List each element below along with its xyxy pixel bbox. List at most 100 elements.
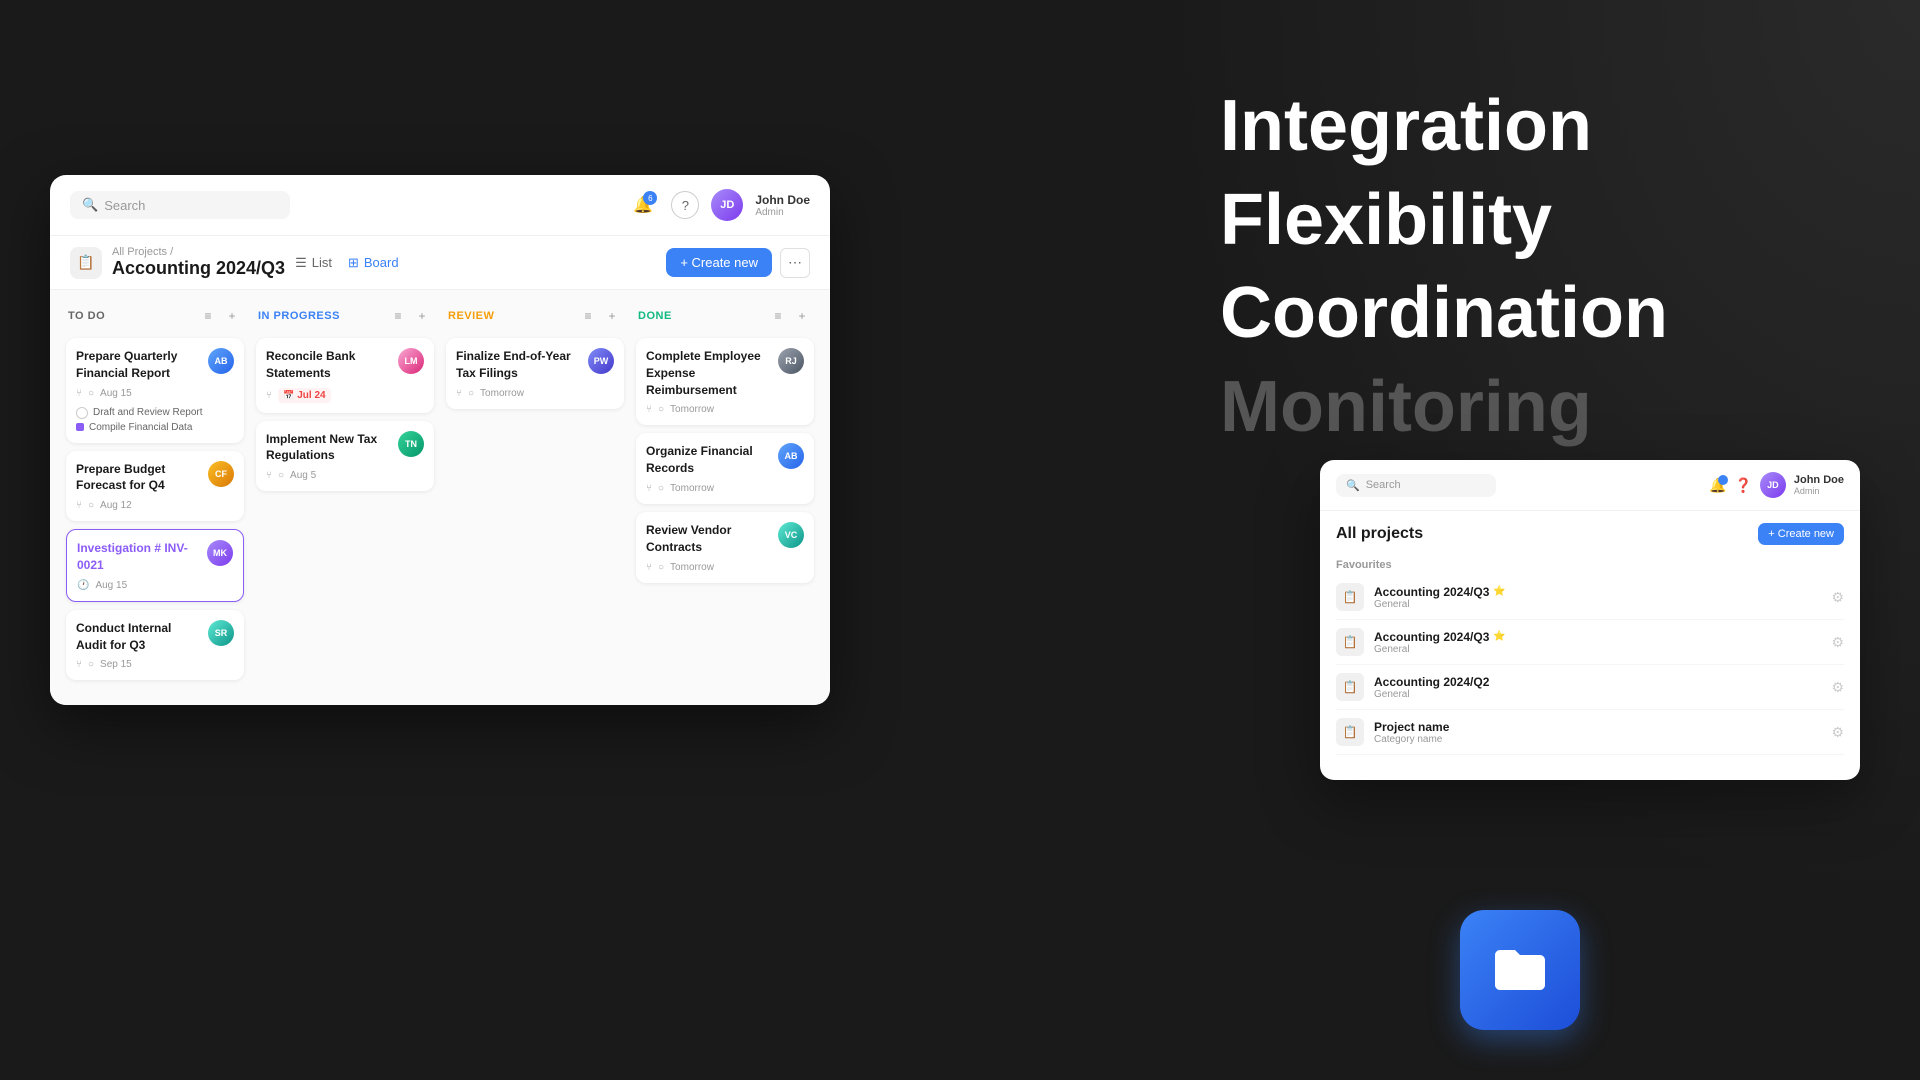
card-tax-filings[interactable]: Finalize End-of-Year Tax Filings PW ⑂ ○ … (446, 338, 624, 409)
projects-help-button[interactable]: ❓ (1734, 477, 1751, 494)
project-item-icon: 📋 (1336, 718, 1364, 746)
folder-svg (1490, 940, 1550, 1000)
projects-window-header: 🔍 Search 🔔 ❓ JD John Doe Admin (1320, 460, 1860, 511)
column-review-actions: ≡ + (578, 306, 622, 326)
help-button[interactable]: ? (671, 191, 699, 219)
project-info: All Projects / Accounting 2024/Q3 (112, 246, 285, 279)
project-settings-button[interactable]: ⚙ (1831, 634, 1844, 651)
card-prepare-quarterly[interactable]: Prepare Quarterly Financial Report AB ⑂ … (66, 338, 244, 443)
check-icon: ○ (88, 659, 94, 670)
column-inprogress-header: IN PROGRESS ≡ + (256, 302, 434, 330)
feature-integration: Integration (1220, 80, 1820, 174)
column-inprogress-filter[interactable]: ≡ (388, 306, 408, 326)
card-meta: ⑂ 📅 Jul 24 (266, 388, 424, 403)
card-date: Sep 15 (100, 659, 132, 670)
project-item-icon: 📋 (1336, 628, 1364, 656)
create-new-button[interactable]: + Create new (666, 248, 772, 277)
card-title: Conduct Internal Audit for Q3 (76, 620, 208, 654)
breadcrumb: All Projects / (112, 246, 285, 258)
column-review-filter[interactable]: ≡ (578, 306, 598, 326)
list-icon: ☰ (295, 255, 307, 271)
card-investigation[interactable]: Investigation # INV-0021 MK 🕐 Aug 15 (66, 529, 244, 602)
card-title: Prepare Quarterly Financial Report (76, 348, 208, 382)
subtask-label: Draft and Review Report (93, 407, 203, 418)
column-review-add[interactable]: + (602, 306, 622, 326)
project-item-fav2[interactable]: 📋 Accounting 2024/Q3 ⭐ General ⚙ (1336, 620, 1844, 665)
project-settings-button[interactable]: ⚙ (1831, 724, 1844, 741)
card-meta: ⑂ ○ Tomorrow (646, 562, 804, 573)
check-icon: ○ (658, 404, 664, 415)
projects-notif-badge (1718, 475, 1728, 485)
search-icon: 🔍 (1346, 479, 1360, 492)
card-avatar: TN (398, 431, 424, 457)
projects-create-button[interactable]: + Create new (1758, 523, 1844, 545)
card-internal-audit[interactable]: Conduct Internal Audit for Q3 SR ⑂ ○ Sep… (66, 610, 244, 681)
card-expense-reimbursement[interactable]: Complete Employee Expense Reimbursement … (636, 338, 814, 425)
column-todo-filter[interactable]: ≡ (198, 306, 218, 326)
column-inprogress-add[interactable]: + (412, 306, 432, 326)
star-icon: ⭐ (1493, 631, 1505, 642)
card-meta: ⑂ ○ Aug 15 (76, 388, 234, 399)
column-review: REVIEW ≡ + Finalize End-of-Year Tax Fili… (446, 302, 624, 693)
projects-title-row: All projects + Create new (1320, 511, 1860, 551)
branch-icon: ⑂ (266, 390, 272, 401)
card-title: Review Vendor Contracts (646, 522, 778, 556)
more-options-button[interactable]: ⋯ (780, 248, 810, 278)
branch-icon: ⑂ (456, 388, 462, 399)
card-avatar: AB (208, 348, 234, 374)
project-item-name: Project name (1374, 720, 1449, 734)
column-done-add[interactable]: + (792, 306, 812, 326)
column-done: DONE ≡ + Complete Employee Expense Reimb… (636, 302, 814, 693)
question-icon: ? (682, 198, 689, 213)
search-box[interactable]: 🔍 Search (70, 191, 290, 219)
tab-list[interactable]: ☰ List (295, 251, 332, 275)
subtask-label: Compile Financial Data (89, 422, 192, 433)
card-reconcile-bank[interactable]: Reconcile Bank Statements LM ⑂ 📅 Jul 24 (256, 338, 434, 413)
card-organize-records[interactable]: Organize Financial Records AB ⑂ ○ Tomorr… (636, 433, 814, 504)
project-settings-button[interactable]: ⚙ (1831, 679, 1844, 696)
card-budget-forecast[interactable]: Prepare Budget Forecast for Q4 CF ⑂ ○ Au… (66, 451, 244, 522)
projects-notifications-button[interactable]: 🔔 (1709, 477, 1726, 494)
tab-list-label: List (312, 255, 332, 270)
projects-user-avatar: JD (1760, 472, 1786, 498)
check-icon: ○ (88, 388, 94, 399)
project-item-name: Accounting 2024/Q3 ⭐ (1374, 585, 1506, 599)
card-date: Tomorrow (670, 404, 714, 415)
project-item-q2[interactable]: 📋 Accounting 2024/Q2 General ⚙ (1336, 665, 1844, 710)
branch-icon: ⑂ (76, 388, 82, 399)
project-item-category: General (1374, 689, 1489, 700)
project-settings-button[interactable]: ⚙ (1831, 589, 1844, 606)
projects-page-title: All projects (1336, 525, 1423, 543)
card-title: Finalize End-of-Year Tax Filings (456, 348, 588, 382)
star-icon: ⭐ (1493, 586, 1505, 597)
card-avatar: LM (398, 348, 424, 374)
column-todo-actions: ≡ + (198, 306, 242, 326)
project-item-name: Accounting 2024/Q2 (1374, 675, 1489, 689)
column-todo-add[interactable]: + (222, 306, 242, 326)
card-avatar: AB (778, 443, 804, 469)
project-actions: + Create new ⋯ (666, 248, 810, 278)
favourites-label: Favourites (1336, 559, 1844, 571)
projects-search-box[interactable]: 🔍 Search (1336, 474, 1496, 497)
notifications-button[interactable]: 🔔 6 (627, 189, 659, 221)
column-review-title: REVIEW (448, 310, 494, 322)
project-item-fav1[interactable]: 📋 Accounting 2024/Q3 ⭐ General ⚙ (1336, 575, 1844, 620)
tab-board[interactable]: ⊞ Board (348, 251, 399, 275)
column-inprogress-title: IN PROGRESS (258, 310, 340, 322)
card-date: Aug 5 (290, 470, 316, 481)
project-item-name[interactable]: 📋 Project name Category name ⚙ (1336, 710, 1844, 755)
card-meta: ⑂ ○ Tomorrow (646, 404, 804, 415)
overdue-date: 📅 Jul 24 (278, 388, 331, 403)
card-vendor-contracts[interactable]: Review Vendor Contracts VC ⑂ ○ Tomorrow (636, 512, 814, 583)
card-title: Implement New Tax Regulations (266, 431, 398, 465)
column-done-filter[interactable]: ≡ (768, 306, 788, 326)
card-meta: ⑂ ○ Sep 15 (76, 659, 234, 670)
card-date: Tomorrow (670, 562, 714, 573)
card-avatar: VC (778, 522, 804, 548)
card-date: Aug 15 (95, 580, 127, 591)
calendar-icon: 📅 (283, 390, 294, 401)
notifications-badge: 6 (643, 191, 657, 205)
board-icon: ⊞ (348, 255, 359, 271)
card-tax-regulations[interactable]: Implement New Tax Regulations TN ⑂ ○ Aug… (256, 421, 434, 492)
project-header: 📋 All Projects / Accounting 2024/Q3 ☰ Li… (50, 236, 830, 290)
